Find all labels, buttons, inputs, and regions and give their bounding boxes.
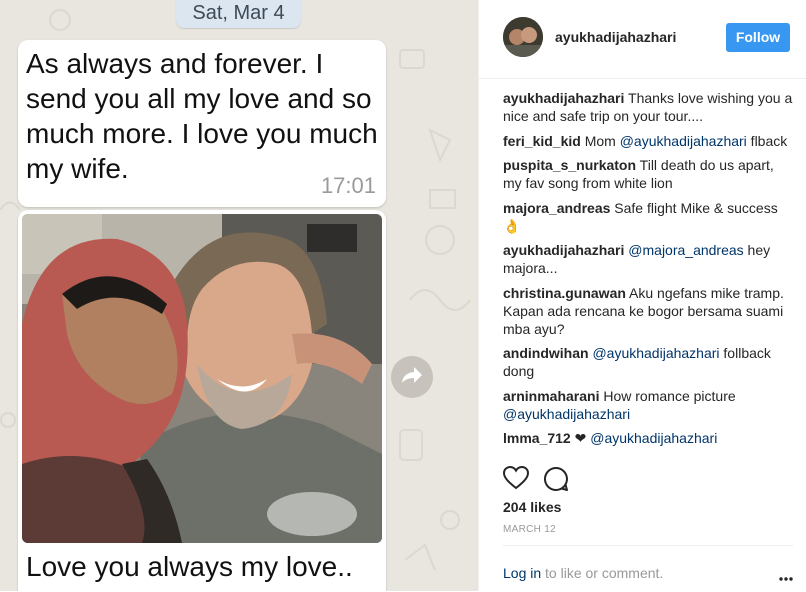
comment-text-after: flback bbox=[746, 132, 788, 149]
couple-photo[interactable] bbox=[22, 214, 382, 543]
forward-button[interactable] bbox=[391, 356, 433, 398]
comment-item: majora_andreas Safe flight Mike & succes… bbox=[503, 199, 793, 235]
comment-username[interactable]: christina.gunawan bbox=[503, 285, 626, 301]
heart-icon[interactable] bbox=[502, 465, 530, 495]
post-date: MARCH 12 bbox=[503, 524, 556, 535]
comment-username[interactable]: feri_kid_kid bbox=[503, 133, 581, 149]
message-bubble[interactable]: As always and forever. I send you all my… bbox=[18, 40, 386, 207]
comment-mention[interactable]: @majora_andreas bbox=[628, 242, 743, 258]
comment-username[interactable]: ayukhadijahazhari bbox=[503, 90, 624, 106]
comment-item: ayukhadijahazhari Thanks love wishing yo… bbox=[503, 89, 793, 125]
forward-arrow-icon bbox=[401, 366, 423, 389]
comment-username[interactable]: puspita_s_nurkaton bbox=[503, 157, 636, 173]
login-prompt-text: to like or comment. bbox=[541, 565, 664, 581]
comment-username[interactable]: ayukhadijahazhari bbox=[503, 242, 624, 258]
comment-item: lmma_712 ❤ @ayukhadijahazhari bbox=[503, 429, 793, 447]
comment-item: christina.gunawan Aku ngefans mike tramp… bbox=[503, 284, 793, 338]
login-prompt: Log in to like or comment. bbox=[503, 565, 663, 581]
post-actions bbox=[502, 465, 583, 495]
date-separator: Sat, Mar 4 bbox=[176, 0, 301, 28]
couple-photo-illustration bbox=[22, 214, 382, 543]
comment-text: ❤ bbox=[574, 430, 591, 446]
comment-mention[interactable]: @ayukhadijahazhari bbox=[620, 133, 747, 149]
comment-username[interactable]: majora_andreas bbox=[503, 200, 610, 216]
post-username[interactable]: ayukhadijahazhari bbox=[555, 29, 676, 45]
comment-item: arninmaharani How romance picture @ayukh… bbox=[503, 387, 793, 423]
comments-list[interactable]: ayukhadijahazhari Thanks love wishing yo… bbox=[503, 89, 793, 455]
comment-text: Mom bbox=[584, 132, 620, 149]
login-link[interactable]: Log in bbox=[503, 565, 541, 581]
post-header: ayukhadijahazhari Follow bbox=[479, 0, 806, 79]
comment-mention[interactable]: @ayukhadijahazhari bbox=[592, 345, 719, 361]
photo-caption: Love you always my love.. bbox=[26, 551, 353, 582]
follow-button[interactable]: Follow bbox=[726, 23, 790, 52]
comment-item: feri_kid_kid Mom @ayukhadijahazhari flba… bbox=[503, 132, 793, 150]
comment-username[interactable]: andindwihan bbox=[503, 345, 589, 361]
comment-username[interactable]: arninmaharani bbox=[503, 388, 599, 404]
message-timestamp: 17:01 bbox=[320, 173, 376, 198]
chat-screenshot: Sat, Mar 4 As always and forever. I send… bbox=[0, 0, 478, 591]
instagram-post-panel: ayukhadijahazhari Follow ayukhadijahazha… bbox=[478, 0, 806, 591]
photo-message-bubble[interactable]: Love you always my love.. bbox=[18, 210, 386, 591]
comment-mention[interactable]: @ayukhadijahazhari bbox=[590, 430, 717, 446]
comment-item: puspita_s_nurkaton Till death do us apar… bbox=[503, 156, 793, 192]
comment-icon[interactable] bbox=[543, 466, 569, 497]
message-text: As always and forever. I send you all my… bbox=[26, 48, 378, 184]
post-footer: Log in to like or comment. bbox=[503, 545, 793, 592]
comment-username[interactable]: lmma_712 bbox=[503, 430, 571, 446]
likes-count[interactable]: 204 likes bbox=[503, 499, 561, 515]
comment-item: andindwihan @ayukhadijahazhari follback … bbox=[503, 344, 793, 380]
comment-item: ayukhadijahazhari @majora_andreas hey ma… bbox=[503, 241, 793, 277]
avatar[interactable] bbox=[503, 17, 543, 57]
comment-text: How romance picture bbox=[603, 387, 736, 404]
comment-mention[interactable]: @ayukhadijahazhari bbox=[503, 406, 630, 422]
more-options-icon[interactable] bbox=[779, 568, 793, 586]
